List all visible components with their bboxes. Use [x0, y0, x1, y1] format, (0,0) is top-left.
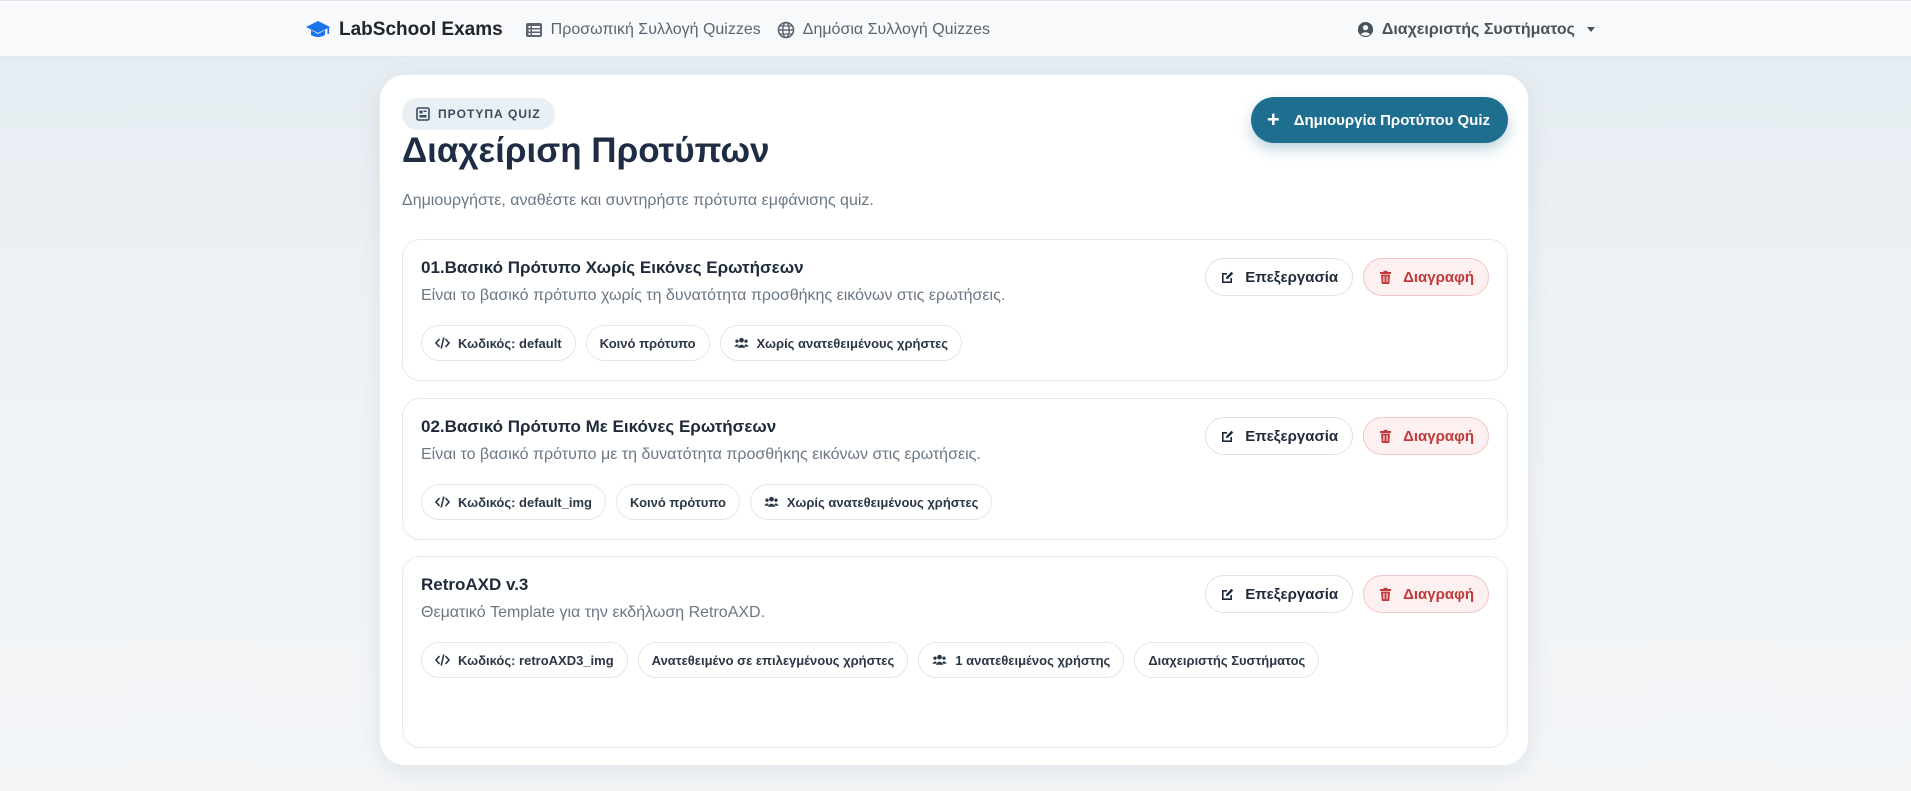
- edit-label: Επεξεργασία: [1245, 268, 1339, 286]
- code-tag-label: Κωδικός: default_img: [458, 494, 592, 510]
- template-actions: Επεξεργασία Διαγραφή: [1205, 417, 1489, 455]
- delete-button[interactable]: Διαγραφή: [1363, 258, 1489, 296]
- template-description: Θεματικό Template για την εκδήλωση Retro…: [421, 604, 766, 621]
- template-description: Είναι το βασικό πρότυπο με τη δυνατότητα…: [421, 446, 981, 463]
- code-tag: Κωδικός: retroAXD3_img: [421, 642, 628, 678]
- code-tag: Κωδικός: default_img: [421, 484, 606, 520]
- visibility-tag: Κοινό πρότυπο: [585, 325, 710, 361]
- plus-icon: +: [1266, 107, 1280, 132]
- code-icon: [435, 337, 450, 349]
- owner-tag-label: Διαχειριστής Συστήματος: [1148, 652, 1306, 668]
- visibility-tag-label: Κοινό πρότυπο: [629, 494, 726, 510]
- template-actions: Επεξεργασία Διαγραφή: [1205, 258, 1489, 296]
- code-tag-label: Κωδικός: retroAXD3_img: [458, 652, 614, 668]
- delete-label: Διαγραφή: [1403, 268, 1474, 286]
- edit-label: Επεξεργασία: [1245, 585, 1339, 603]
- users-tag: 1 ανατεθειμένος χρήστης: [918, 642, 1125, 678]
- collection-icon: [525, 22, 542, 37]
- user-circle-icon: [1357, 21, 1373, 38]
- nav-public-collection-label: Δημόσια Συλλογή Quizzes: [802, 20, 991, 38]
- edit-icon: [1222, 430, 1234, 442]
- section-badge-label: ΠΡΟΤΥΠΑ QUIZ: [438, 107, 541, 121]
- template-tags: Κωδικός: default Κοινό πρότυπο Χωρίς ανα…: [421, 325, 1321, 361]
- nav-personal-collection-label: Προσωπική Συλλογή Quizzes: [550, 20, 761, 38]
- template-tags: Κωδικός: default_img Κοινό πρότυπο Χωρίς…: [421, 484, 1321, 520]
- user-name: Διαχειριστής Συστήματος: [1381, 20, 1575, 38]
- trash-icon: [1380, 270, 1392, 284]
- navbar-inner: LabSchool Exams Προσωπική Συλλογή Quizze…: [305, 1, 1595, 58]
- section-badge: ΠΡΟΤΥΠΑ QUIZ: [402, 98, 555, 130]
- trash-icon: [1380, 587, 1392, 601]
- delete-label: Διαγραφή: [1403, 427, 1474, 445]
- create-template-label: Δημιουργία Προτύπου Quiz: [1293, 111, 1490, 129]
- edit-label: Επεξεργασία: [1245, 427, 1339, 445]
- page-title: Διαχείριση Προτύπων: [402, 131, 770, 170]
- edit-icon: [1222, 271, 1234, 283]
- users-tag-label: Χωρίς ανατεθειμένους χρήστες: [786, 494, 979, 510]
- edit-button[interactable]: Επεξεργασία: [1205, 575, 1354, 613]
- edit-button[interactable]: Επεξεργασία: [1205, 258, 1354, 296]
- users-icon: [932, 654, 947, 665]
- graduation-cap-icon: [306, 20, 330, 37]
- edit-button[interactable]: Επεξεργασία: [1205, 417, 1354, 455]
- template-title: 02.Βασικό Πρότυπο Με Εικόνες Ερωτήσεων: [421, 417, 777, 436]
- visibility-tag: Κοινό πρότυπο: [615, 484, 740, 520]
- code-icon: [435, 654, 450, 666]
- trash-icon: [1380, 429, 1392, 443]
- navbar: LabSchool Exams Προσωπική Συλλογή Quizze…: [0, 0, 1911, 57]
- template-title: 01.Βασικό Πρότυπο Χωρίς Εικόνες Ερωτήσεω…: [421, 258, 804, 277]
- users-tag: Χωρίς ανατεθειμένους χρήστες: [749, 484, 993, 520]
- template-card: 02.Βασικό Πρότυπο Με Εικόνες Ερωτήσεων Ε…: [402, 398, 1508, 540]
- template-card: RetroAXD v.3 Θεματικό Template για την ε…: [402, 556, 1508, 748]
- template-actions: Επεξεργασία Διαγραφή: [1205, 575, 1489, 613]
- brand-link[interactable]: LabSchool Exams: [305, 19, 503, 41]
- nav-personal-collection[interactable]: Προσωπική Συλλογή Quizzes: [525, 21, 761, 39]
- caret-down-icon: [1587, 27, 1595, 32]
- visibility-tag-label: Ανατεθειμένο σε επιλεγμένους χρήστες: [651, 652, 895, 668]
- globe-icon: [777, 21, 795, 38]
- user-menu-dropdown[interactable]: Διαχειριστής Συστήματος: [1357, 1, 1595, 58]
- page-subtitle: Δημιουργήστε, αναθέστε και συντηρήστε πρ…: [402, 192, 874, 209]
- code-tag: Κωδικός: default: [421, 325, 576, 361]
- template-icon: [416, 107, 430, 121]
- template-card: 01.Βασικό Πρότυπο Χωρίς Εικόνες Ερωτήσεω…: [402, 239, 1508, 381]
- nav-public-collection[interactable]: Δημόσια Συλλογή Quizzes: [777, 21, 990, 39]
- visibility-tag: Ανατεθειμένο σε επιλεγμένους χρήστες: [637, 642, 909, 678]
- template-description: Είναι το βασικό πρότυπο χωρίς τη δυνατότ…: [421, 287, 1006, 304]
- users-tag-label: 1 ανατεθειμένος χρήστης: [955, 652, 1111, 668]
- users-tag: Χωρίς ανατεθειμένους χρήστες: [719, 325, 963, 361]
- visibility-tag-label: Κοινό πρότυπο: [599, 335, 696, 351]
- edit-icon: [1222, 588, 1234, 600]
- delete-button[interactable]: Διαγραφή: [1363, 417, 1489, 455]
- users-icon: [733, 337, 749, 348]
- users-icon: [764, 496, 779, 507]
- users-tag-label: Χωρίς ανατεθειμένους χρήστες: [756, 335, 949, 351]
- create-template-button[interactable]: + Δημιουργία Προτύπου Quiz: [1250, 97, 1508, 143]
- template-title: RetroAXD v.3: [421, 575, 529, 594]
- delete-label: Διαγραφή: [1403, 585, 1474, 603]
- owner-tag: Διαχειριστής Συστήματος: [1134, 642, 1320, 678]
- code-tag-label: Κωδικός: default: [458, 335, 562, 351]
- template-tags: Κωδικός: retroAXD3_img Ανατεθειμένο σε ε…: [421, 642, 1321, 678]
- code-icon: [435, 496, 450, 508]
- delete-button[interactable]: Διαγραφή: [1363, 575, 1489, 613]
- templates-panel: ΠΡΟΤΥΠΑ QUIZ Διαχείριση Προτύπων Δημιουρ…: [379, 74, 1529, 766]
- brand-name: LabSchool Exams: [339, 18, 503, 40]
